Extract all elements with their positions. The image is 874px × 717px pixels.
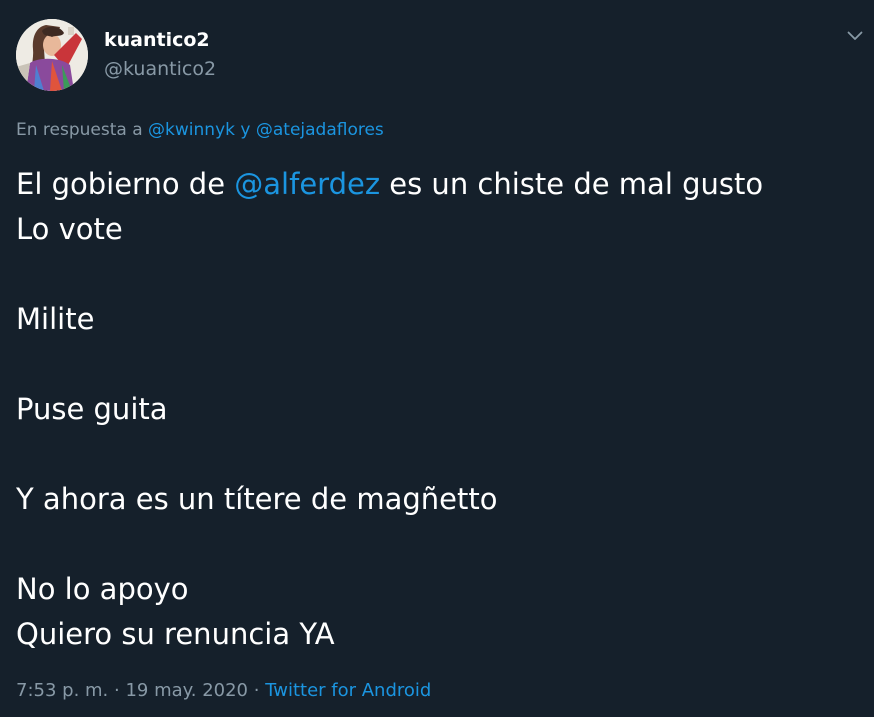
- reply-mention-kwinnyk[interactable]: @kwinnyk: [148, 120, 235, 140]
- reply-connector: y: [240, 120, 251, 140]
- reply-mention-atejadaflores[interactable]: @atejadaflores: [256, 120, 384, 140]
- display-name[interactable]: kuantico2: [104, 28, 210, 52]
- tweet: kuantico2 @kuantico2 En respuesta a @kwi…: [0, 0, 874, 717]
- tweet-text-segment: es un chiste de mal gusto: [389, 167, 764, 201]
- tweet-line: Quiero su renuncia YA: [16, 617, 335, 651]
- avatar-image: [16, 19, 88, 91]
- tweet-line: Puse guita: [16, 392, 168, 426]
- avatar[interactable]: [16, 19, 88, 91]
- mention-alferdez[interactable]: @alferdez: [234, 167, 380, 201]
- tweet-line: Lo vote: [16, 212, 123, 246]
- user-handle[interactable]: @kuantico2: [104, 57, 216, 81]
- tweet-line: Y ahora es un títere de magñetto: [16, 482, 498, 516]
- tweet-line: Milite: [16, 302, 95, 336]
- tweet-date[interactable]: 19 may. 2020: [125, 680, 248, 701]
- chevron-down-icon: [847, 31, 863, 40]
- reply-prefix: En respuesta a: [16, 120, 143, 140]
- reply-context: En respuesta a @kwinnyk y @atejadaflores: [16, 118, 384, 142]
- tweet-line: No lo apoyo: [16, 572, 189, 606]
- meta-separator: ·: [114, 680, 120, 701]
- tweet-text: El gobierno de @alferdez es un chiste de…: [16, 162, 763, 657]
- tweet-time[interactable]: 7:53 p. m.: [16, 680, 108, 701]
- tweet-meta: 7:53 p. m. · 19 may. 2020 · Twitter for …: [16, 679, 431, 703]
- tweet-source[interactable]: Twitter for Android: [265, 680, 431, 701]
- tweet-line: El gobierno de @alferdez es un chiste de…: [16, 162, 763, 207]
- more-options-button[interactable]: [840, 24, 870, 48]
- tweet-text-segment: El gobierno de: [16, 167, 226, 201]
- meta-separator: ·: [253, 680, 260, 701]
